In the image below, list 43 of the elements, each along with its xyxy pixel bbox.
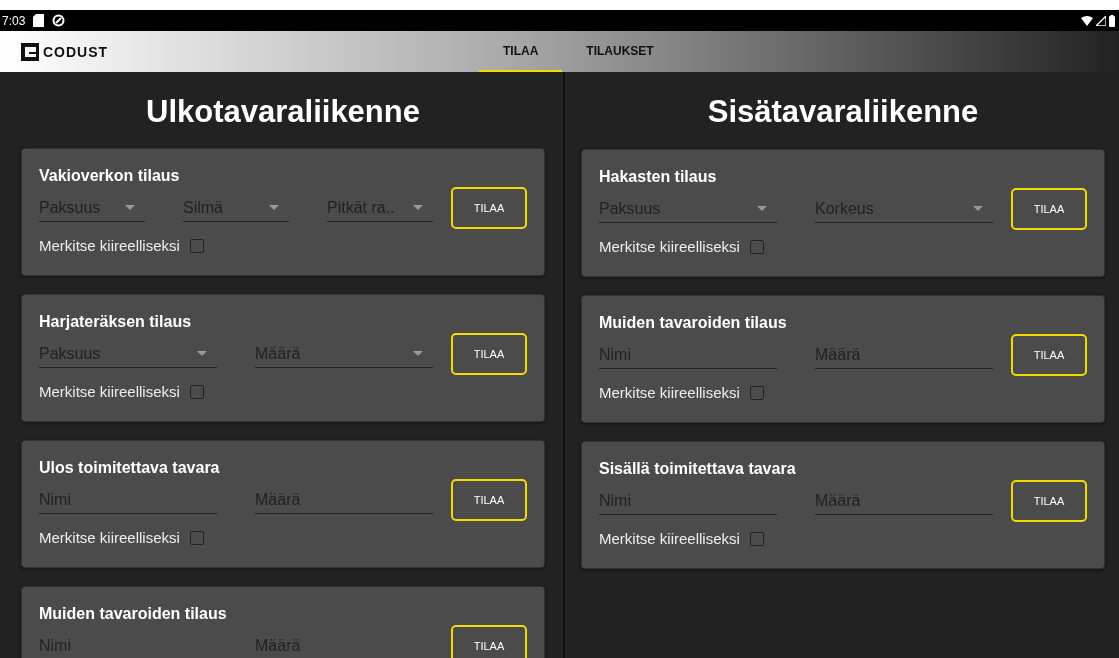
order-button[interactable]: TILAA	[1011, 334, 1087, 376]
card-title: Muiden tavaroiden tilaus	[599, 314, 788, 332]
sd-card-icon	[33, 14, 45, 27]
card-title: Ulos toimitettava tavara	[39, 459, 221, 477]
checkbox-label: Merkitse kiireelliseksi	[599, 530, 740, 547]
checkbox-label: Merkitse kiireelliseksi	[39, 529, 180, 546]
card-title: Vakioverkon tilaus	[39, 167, 181, 185]
column-heading: Sisätavaraliikenne	[706, 94, 980, 131]
order-button[interactable]: TILAA	[1011, 188, 1087, 230]
checkbox-label: Merkitse kiireelliseksi	[39, 237, 180, 254]
nav-tab[interactable]: TILAUKSET	[562, 31, 678, 72]
caret-icon	[413, 205, 423, 210]
battery-icon	[1109, 14, 1115, 27]
card-title: Hakasten tilaus	[599, 168, 718, 186]
order-button[interactable]: TILAA	[451, 479, 527, 521]
checkbox-label: Merkitse kiireelliseksi	[599, 238, 740, 255]
checkbox[interactable]	[189, 384, 204, 399]
card-title: Sisällä toimitettava tavara	[599, 460, 797, 478]
checkbox[interactable]	[749, 239, 764, 254]
card-title: Harjateräksen tilaus	[39, 313, 193, 331]
caret-icon	[413, 351, 423, 356]
caret-icon	[973, 206, 983, 211]
column-heading: Ulkotavaraliikenne	[145, 94, 421, 130]
clock-time: 7:03	[2, 13, 26, 28]
logo-text: CODUST	[43, 43, 109, 60]
order-button[interactable]: TILAA	[451, 625, 527, 658]
checkbox-label: Merkitse kiireelliseksi	[39, 383, 180, 400]
signal-icon	[1096, 15, 1106, 26]
checkbox[interactable]	[749, 531, 764, 546]
logo-icon	[21, 42, 39, 61]
checkbox[interactable]	[189, 530, 204, 545]
caret-icon	[125, 205, 135, 210]
order-button[interactable]: TILAA	[1011, 480, 1087, 522]
wifi-icon	[1081, 15, 1093, 26]
order-button[interactable]: TILAA	[451, 187, 527, 229]
caret-icon	[197, 351, 207, 356]
order-button[interactable]: TILAA	[451, 333, 527, 375]
checkbox-label: Merkitse kiireelliseksi	[599, 384, 740, 401]
caret-icon	[269, 205, 279, 210]
caret-icon	[757, 206, 767, 211]
card-title: Muiden tavaroiden tilaus	[39, 605, 228, 623]
checkbox[interactable]	[749, 385, 764, 400]
checkbox[interactable]	[189, 238, 204, 253]
